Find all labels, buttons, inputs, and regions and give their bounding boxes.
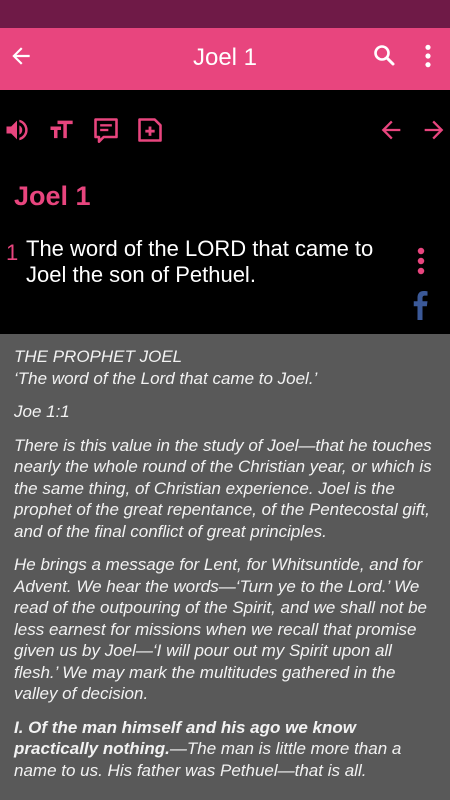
search-icon[interactable] (372, 43, 396, 67)
verse-number: 1 (6, 240, 19, 265)
text-size-icon[interactable] (46, 116, 76, 144)
app-bar: Joel 1 (0, 28, 450, 90)
verse-options-icon[interactable] (414, 246, 428, 276)
comment-icon[interactable] (91, 116, 121, 144)
toolbar (0, 90, 450, 168)
commentary-quote: ‘The word of the Lord that came to Joel.… (14, 368, 318, 388)
next-chapter-arrow-icon[interactable] (419, 116, 449, 144)
status-bar (0, 0, 450, 28)
commentary-paragraph: I. Of the man himself and his ago we kno… (14, 717, 436, 782)
add-note-icon[interactable] (135, 116, 165, 144)
commentary-heading: THE PROPHET JOEL (14, 347, 183, 366)
previous-chapter-arrow-icon[interactable] (376, 116, 406, 144)
verse-text: The word of the LORD that came to Joel t… (26, 236, 374, 287)
facebook-share-icon[interactable] (410, 290, 430, 320)
commentary-panel: THE PROPHET JOEL ‘The word of the Lord t… (0, 334, 450, 800)
commentary-paragraph: There is this value in the study of Joel… (14, 435, 432, 541)
chapter-heading: Joel 1 (14, 181, 91, 211)
more-vert-icon[interactable] (420, 43, 436, 69)
commentary-reference: Joe 1:1 (14, 402, 70, 421)
speaker-icon[interactable] (2, 116, 32, 144)
verse-row[interactable]: 1 The word of the LORD that came to Joel… (6, 236, 396, 288)
commentary-paragraph: He brings a message for Lent, for Whitsu… (14, 555, 427, 703)
